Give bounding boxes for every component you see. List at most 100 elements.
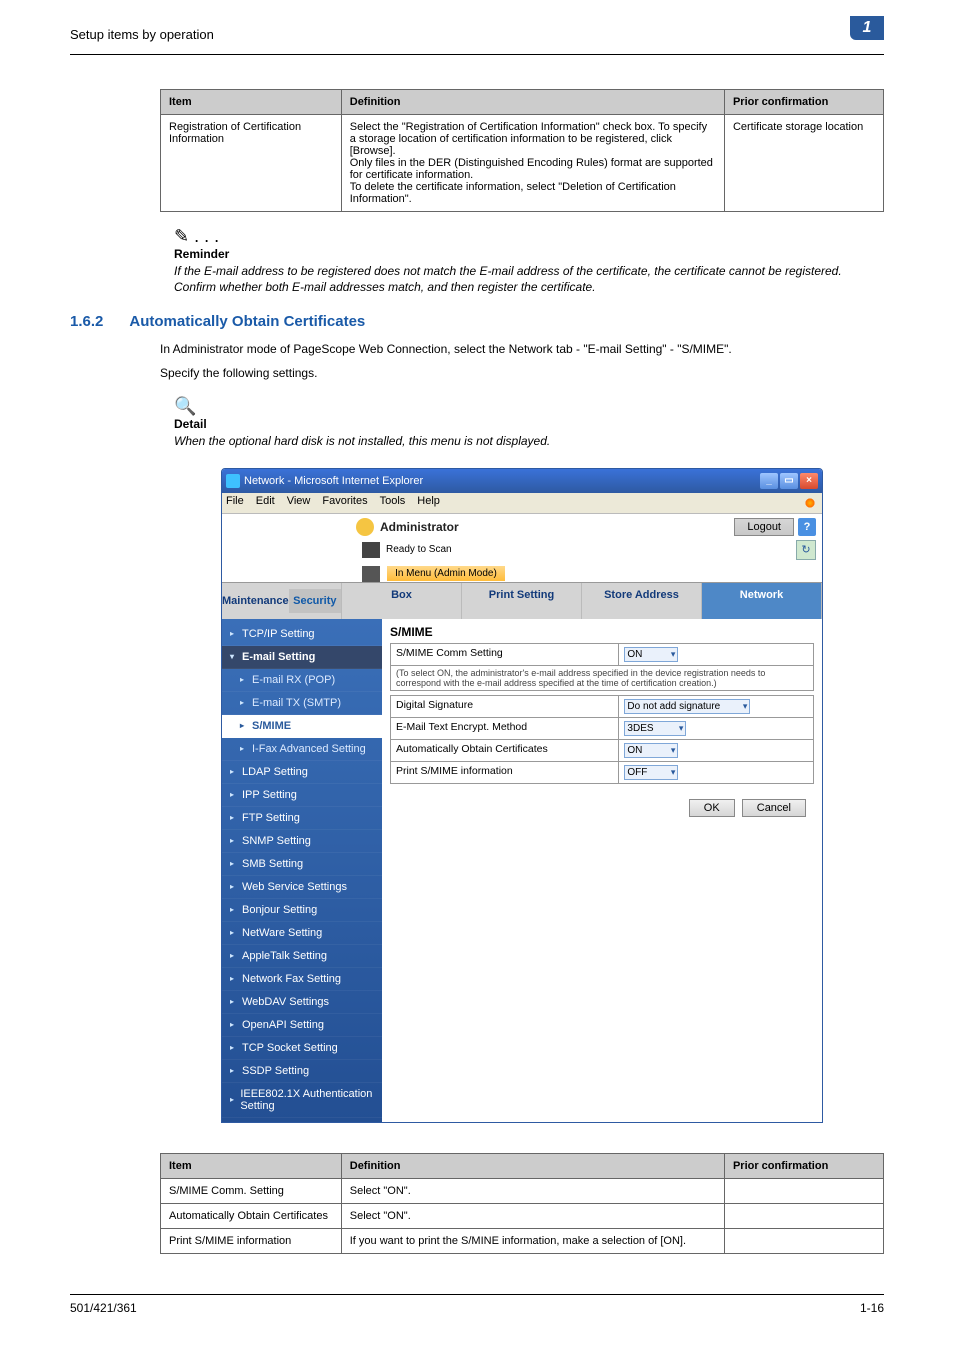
panel-encrypt-label: E-Mail Text Encrypt. Method	[391, 717, 619, 739]
footer-page: 1-16	[860, 1301, 884, 1315]
close-button[interactable]: ×	[800, 473, 818, 489]
table-row: Print S/MIME information If you want to …	[161, 1228, 884, 1253]
section-line2: Specify the following settings.	[160, 364, 884, 382]
chevron-right-icon: ▸	[240, 675, 248, 684]
ready-to-scan-label: Ready to Scan	[386, 544, 452, 555]
tab-print-setting[interactable]: Print Setting	[462, 583, 582, 619]
panel-auto-select[interactable]: ON ▾	[624, 743, 678, 758]
sidebar-item-tcpip[interactable]: ▸ TCP/IP Setting	[222, 623, 382, 646]
table-row: Automatically Obtain Certificates Select…	[161, 1203, 884, 1228]
chevron-right-icon: ▸	[230, 790, 238, 799]
t2-head-prior: Prior confirmation	[724, 1153, 883, 1178]
sidebar-item-ifax[interactable]: ▸I-Fax Advanced Setting	[222, 738, 382, 761]
chevron-down-icon: ▾	[671, 745, 676, 756]
chapter-tab: 1	[850, 16, 884, 40]
t2-r1-item: Automatically Obtain Certificates	[161, 1203, 342, 1228]
select-value: Do not add signature	[627, 701, 720, 712]
panel-comm-select[interactable]: ON ▾	[624, 647, 678, 662]
chevron-right-icon: ▸	[230, 882, 238, 891]
menu-tools[interactable]: Tools	[380, 495, 406, 511]
section-title: Automatically Obtain Certificates	[129, 313, 365, 330]
sidebar-item-netware[interactable]: ▸NetWare Setting	[222, 922, 382, 945]
sidebar-item-tcpsocket[interactable]: ▸TCP Socket Setting	[222, 1037, 382, 1060]
menu-view[interactable]: View	[287, 495, 311, 511]
t1-r0-def: Select the "Registration of Certificatio…	[341, 115, 724, 212]
sidebar-item-webservice[interactable]: ▸ Web Service Settings	[222, 876, 382, 899]
sidebar-item-email-tx[interactable]: ▸E-mail TX (SMTP)	[222, 692, 382, 715]
sidebar-item-label: TCP/IP Setting	[242, 628, 315, 640]
t2-r0-item: S/MIME Comm. Setting	[161, 1178, 342, 1203]
panel-digsig-select[interactable]: Do not add signature ▾	[624, 699, 750, 714]
chevron-right-icon: ▸	[230, 836, 238, 845]
help-icon[interactable]: ?	[798, 518, 816, 536]
chevron-right-icon: ▸	[230, 928, 238, 937]
ie-window-title: Network - Microsoft Internet Explorer	[244, 475, 423, 487]
chevron-right-icon: ▸	[230, 859, 238, 868]
t1-r0-item: Registration of Certification Informatio…	[161, 115, 342, 212]
chevron-down-icon: ▾	[671, 649, 676, 660]
ie-window: Network - Microsoft Internet Explorer _ …	[221, 468, 823, 1123]
menu-help[interactable]: Help	[417, 495, 440, 511]
sidebar-item-appletalk[interactable]: ▸AppleTalk Setting	[222, 945, 382, 968]
menu-file[interactable]: File	[226, 495, 244, 511]
panel-row-comm: S/MIME Comm Setting ON ▾	[391, 643, 814, 665]
tab-box[interactable]: Box	[342, 583, 462, 619]
chevron-right-icon: ▸	[240, 744, 248, 753]
panel-print-select[interactable]: OFF ▾	[624, 765, 678, 780]
sidebar-item-ieee8021x[interactable]: ▸IEEE802.1X Authentication Setting	[222, 1083, 382, 1118]
sidebar: ▸TCP/IP Setting ▾E-mail Setting ▸E-mail …	[222, 619, 382, 1122]
ok-button[interactable]: OK	[689, 799, 735, 817]
section-number: 1.6.2	[70, 313, 103, 330]
sidebar-item-smb[interactable]: ▸SMB Setting	[222, 853, 382, 876]
sidebar-item-email[interactable]: ▾E-mail Setting	[222, 646, 382, 669]
sidebar-item-bonjour[interactable]: ▸Bonjour Setting	[222, 899, 382, 922]
tab-maintenance-label[interactable]: Maintenance	[222, 589, 289, 613]
sidebar-item-ldap[interactable]: ▸LDAP Setting	[222, 761, 382, 784]
t1-head-prior: Prior confirmation	[724, 90, 883, 115]
chevron-right-icon: ▸	[230, 1066, 238, 1075]
section-line1: In Administrator mode of PageScope Web C…	[160, 340, 884, 358]
select-value: ON	[627, 745, 642, 756]
minimize-button[interactable]: _	[760, 473, 778, 489]
tab-network[interactable]: Network	[702, 583, 822, 619]
tab-security-label[interactable]: Security	[289, 589, 341, 613]
menu-edit[interactable]: Edit	[256, 495, 275, 511]
sidebar-item-snmp[interactable]: ▸SNMP Setting	[222, 830, 382, 853]
chevron-down-icon: ▾	[671, 767, 676, 778]
sidebar-item-label: E-mail RX (POP)	[252, 674, 335, 686]
ie-title-bar[interactable]: Network - Microsoft Internet Explorer _ …	[222, 469, 822, 493]
sidebar-item-smime[interactable]: ▸S/MIME	[222, 715, 382, 738]
sidebar-item-label: IPP Setting	[242, 789, 297, 801]
logout-button[interactable]: Logout	[734, 518, 794, 536]
tab-store-address[interactable]: Store Address	[582, 583, 702, 619]
refresh-icon[interactable]	[796, 540, 816, 560]
sidebar-item-label: AppleTalk Setting	[242, 950, 327, 962]
sidebar-item-label: S/MIME	[252, 720, 291, 732]
detail-text: When the optional hard disk is not insta…	[174, 433, 884, 449]
sidebar-item-netfax[interactable]: ▸Network Fax Setting	[222, 968, 382, 991]
chevron-right-icon: ▸	[230, 629, 238, 638]
chevron-down-icon: ▾	[679, 723, 684, 734]
definition-table-1: Item Definition Prior confirmation Regis…	[160, 89, 884, 212]
sidebar-item-ssdp[interactable]: ▸SSDP Setting	[222, 1060, 382, 1083]
panel-row-auto: Automatically Obtain Certificates ON ▾	[391, 739, 814, 761]
menu-favorites[interactable]: Favorites	[322, 495, 367, 511]
t1-head-item: Item	[161, 90, 342, 115]
reminder-label: Reminder	[174, 247, 884, 261]
sidebar-item-email-rx[interactable]: ▸ E-mail RX (POP)	[222, 669, 382, 692]
tab-maintenance-security[interactable]: Maintenance Security	[222, 583, 342, 619]
sidebar-item-openapi[interactable]: ▸OpenAPI Setting	[222, 1014, 382, 1037]
t2-r0-prior	[724, 1178, 883, 1203]
sidebar-item-ftp[interactable]: ▸FTP Setting	[222, 807, 382, 830]
sidebar-item-ipp[interactable]: ▸ IPP Setting	[222, 784, 382, 807]
panel-encrypt-select[interactable]: 3DES ▾	[624, 721, 686, 736]
footer-model: 501/421/361	[70, 1301, 137, 1315]
sidebar-item-webdav[interactable]: ▸WebDAV Settings	[222, 991, 382, 1014]
sidebar-item-label: Web Service Settings	[242, 881, 347, 893]
maximize-button[interactable]: ▭	[780, 473, 798, 489]
sidebar-item-label: Bonjour Setting	[242, 904, 317, 916]
t2-r2-def: If you want to print the S/MINE informat…	[341, 1228, 724, 1253]
cancel-button[interactable]: Cancel	[742, 799, 806, 817]
chevron-right-icon: ▸	[240, 698, 248, 707]
ie-menu-bar: File Edit View Favorites Tools Help	[222, 493, 822, 514]
